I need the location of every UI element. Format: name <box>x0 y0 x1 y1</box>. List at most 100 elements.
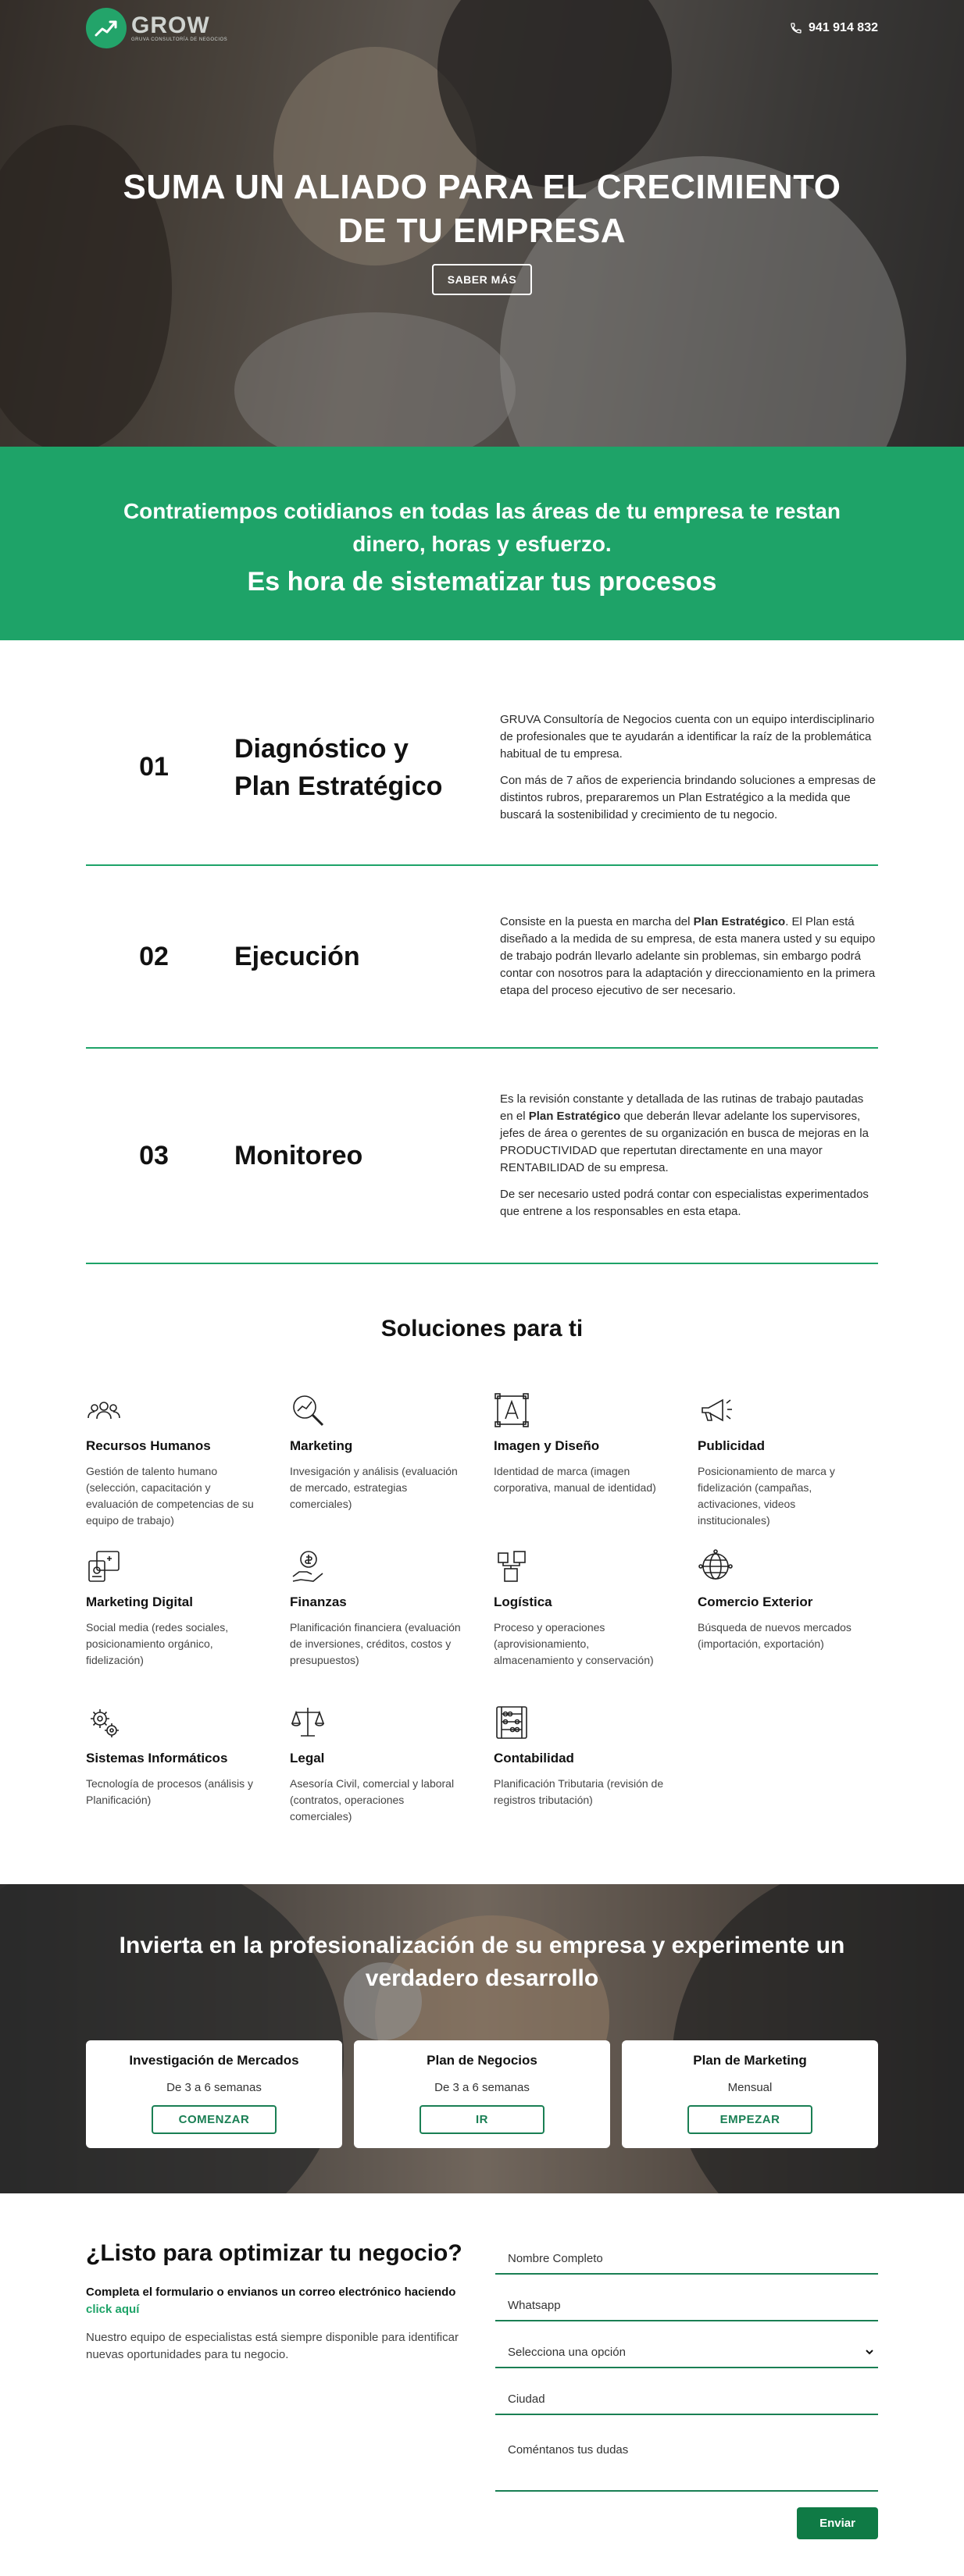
email-link[interactable]: click aquí <box>86 2303 139 2316</box>
plan-duration: De 3 a 6 semanas <box>166 2081 262 2094</box>
investment-section: Invierta en la profesionalización de su … <box>0 1884 964 2193</box>
plan-duration: De 3 a 6 semanas <box>434 2081 530 2094</box>
empezar-button[interactable]: EMPEZAR <box>687 2105 812 2134</box>
globe-icon <box>698 1549 733 1580</box>
solution-description: Planificación financiera (evaluación de … <box>290 1621 461 1666</box>
solution-name: Contabilidad <box>494 1751 574 1765</box>
solutions-section: Soluciones para ti Recursos Humanos Gest… <box>86 1316 878 1844</box>
step-text-bold: Plan Estratégico <box>693 915 786 928</box>
contact-description: Nuestro equipo de especialistas está sie… <box>86 2331 459 2361</box>
step-number: 03 <box>139 1140 169 1170</box>
solution-name: Sistemas Informáticos <box>86 1751 228 1765</box>
solution-imagen-diseno: Imagen y Diseño Identidad de marca (imag… <box>494 1392 698 1536</box>
band-headline: Es hora de sistematizar tus procesos <box>247 567 717 597</box>
solution-name: Recursos Humanos <box>86 1438 211 1453</box>
step-title: Monitoreo <box>234 1141 363 1170</box>
solution-sistemas-informaticos: Sistemas Informáticos Tecnología de proc… <box>86 1705 290 1844</box>
solution-recursos-humanos: Recursos Humanos Gestión de talento huma… <box>86 1392 290 1536</box>
whatsapp-field[interactable]: Whatsapp <box>495 2290 878 2321</box>
hero-content: SUMA UN ALIADO PARA EL CRECIMIENTO DE TU… <box>0 166 964 295</box>
solution-name: Legal <box>290 1751 325 1765</box>
submit-wrap: Enviar <box>495 2507 878 2539</box>
service-select[interactable]: Selecciona una opción <box>495 2337 878 2368</box>
plans-list: Investigación de Mercados De 3 a 6 seman… <box>86 2040 878 2148</box>
process-steps: 01 Diagnóstico y Plan Estratégico GRUVA … <box>86 640 878 1264</box>
solutions-title: Soluciones para ti <box>380 1316 584 1341</box>
step-title: Ejecución <box>234 942 360 971</box>
step-paragraph: De ser necesario usted podrá contar con … <box>500 1188 869 1218</box>
band-text: Contratiempos cotidianos en todas las ár… <box>123 499 841 556</box>
contact-lead-text: Completa el formulario o envianos un cor… <box>86 2286 456 2299</box>
solution-description: Tecnología de procesos (análisis y Plani… <box>86 1777 254 1806</box>
comenzar-button[interactable]: COMENZAR <box>152 2105 277 2134</box>
step-description: GRUVA Consultoría de Negocios cuenta con… <box>500 670 878 864</box>
design-icon <box>494 1393 529 1427</box>
logo-subtext: GRUVA CONSULTORÍA DE NEGOCIOS <box>131 37 228 42</box>
hero-section: GROW GRUVA CONSULTORÍA DE NEGOCIOS 941 9… <box>0 0 964 447</box>
plan-duration: Mensual <box>727 2081 773 2094</box>
solution-publicidad: Publicidad Posicionamiento de marca y fi… <box>698 1392 902 1536</box>
solution-description: Identidad de marca (imagen corporativa, … <box>494 1465 656 1494</box>
solution-description: Planificación Tributaria (revisión de re… <box>494 1777 664 1806</box>
name-field[interactable]: Nombre Completo <box>495 2243 878 2275</box>
solution-logistica: Logística Proceso y operaciones (aprovis… <box>494 1548 698 1692</box>
solutions-grid: Recursos Humanos Gestión de talento huma… <box>86 1392 878 1844</box>
solution-description: Asesoría Civil, comercial y laboral (con… <box>290 1777 455 1822</box>
boxes-icon <box>498 1551 526 1582</box>
step-diagnostico: 01 Diagnóstico y Plan Estratégico GRUVA … <box>86 670 878 866</box>
step-number: 02 <box>139 941 169 971</box>
comments-textarea[interactable]: Coméntanos tus dudas <box>495 2431 878 2492</box>
money-hand-icon <box>292 1551 323 1582</box>
hero-title-line1: SUMA UN ALIADO PARA EL CRECIMIENTO <box>123 168 841 206</box>
plan-name: Plan de Marketing <box>693 2053 807 2068</box>
solution-name: Finanzas <box>290 1594 347 1609</box>
service-select-value: Selecciona una opción <box>508 2345 626 2359</box>
plan-card-marketing: Plan de Marketing Mensual EMPEZAR <box>622 2040 878 2148</box>
contact-lead: Completa el formulario o envianos un cor… <box>86 2284 477 2318</box>
step-paragraph: Es la revisión constante y detallada de … <box>500 1091 878 1177</box>
solution-marketing: Marketing Invesigación y análisis (evalu… <box>290 1392 494 1536</box>
hero-title: SUMA UN ALIADO PARA EL CRECIMIENTO DE TU… <box>0 166 964 253</box>
step-title: Diagnóstico y Plan Estratégico <box>222 670 500 864</box>
step-paragraph: Consiste en la puesta en marcha del Plan… <box>500 914 878 999</box>
ir-button[interactable]: IR <box>420 2105 544 2134</box>
logo-text: GROW <box>131 12 210 38</box>
solution-name: Logística <box>494 1594 552 1609</box>
enviar-button[interactable]: Enviar <box>797 2507 878 2539</box>
megaphone-icon <box>702 1398 732 1422</box>
solution-name: Imagen y Diseño <box>494 1438 600 1453</box>
solution-name: Comercio Exterior <box>698 1594 813 1609</box>
plan-card-investigacion: Investigación de Mercados De 3 a 6 seman… <box>86 2040 342 2148</box>
phone-icon <box>791 23 802 34</box>
solution-description: Invesigación y análisis (evaluación de m… <box>290 1465 458 1510</box>
solution-description: Gestión de talento humano (selección, ca… <box>86 1465 254 1527</box>
solution-name: Publicidad <box>698 1438 765 1453</box>
scales-icon <box>291 1708 325 1737</box>
solution-description: Proceso y operaciones (aprovisionamiento… <box>494 1621 654 1666</box>
contact-info: ¿Listo para optimizar tu negocio? Comple… <box>86 2240 477 2576</box>
city-field[interactable]: Ciudad <box>495 2384 878 2415</box>
solution-comercio-exterior: Comercio Exterior Búsqueda de nuevos mer… <box>698 1548 902 1692</box>
invest-title-line2: verdadero desarrollo <box>365 1965 599 1991</box>
contact-section: ¿Listo para optimizar tu negocio? Comple… <box>86 2193 878 2576</box>
plan-name: Investigación de Mercados <box>129 2053 299 2068</box>
phone-number: 941 914 832 <box>809 21 878 34</box>
social-media-icon <box>88 1551 120 1582</box>
solution-description: Posicionamiento de marca y fidelización … <box>698 1465 835 1527</box>
step-ejecucion: 02 Ejecución Consiste en la puesta en ma… <box>86 866 878 1049</box>
solution-name: Marketing <box>290 1438 353 1453</box>
solution-name: Marketing Digital <box>86 1594 193 1609</box>
contact-form: Nombre Completo Whatsapp Selecciona una … <box>495 2240 878 2576</box>
solution-description: Búsqueda de nuevos mercados (importación… <box>698 1621 852 1650</box>
step-text-bold: Plan Estratégico <box>528 1110 621 1123</box>
abacus-icon <box>496 1706 527 1739</box>
saber-mas-button[interactable]: SABER MÁS <box>431 264 533 295</box>
team-icon <box>87 1402 120 1420</box>
logo[interactable]: GROW GRUVA CONSULTORÍA DE NEGOCIOS <box>86 8 227 48</box>
value-proposition-band: Contratiempos cotidianos en todas las ár… <box>0 447 964 640</box>
solution-finanzas: Finanzas Planificación financiera (evalu… <box>290 1548 494 1692</box>
magnifier-chart-icon <box>293 1395 324 1427</box>
step-number: 01 <box>139 752 169 782</box>
phone-link[interactable]: 941 914 832 <box>790 21 878 35</box>
step-monitoreo: 03 Monitoreo Es la revisión constante y … <box>86 1049 878 1264</box>
